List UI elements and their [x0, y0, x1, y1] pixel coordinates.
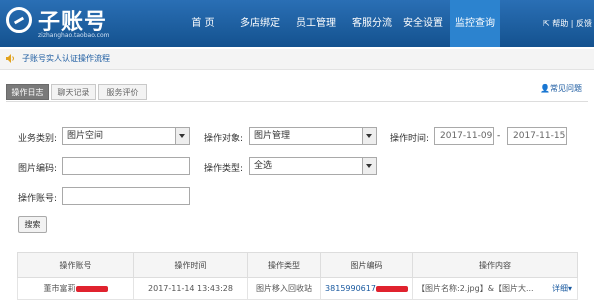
notice-bar: 子账号实人认证操作流程: [0, 49, 594, 70]
op-type-select[interactable]: 全选: [249, 157, 377, 175]
col-content: 操作内容: [412, 252, 578, 278]
content-text: 【图片名称:2.jpg】&【图片大...: [417, 284, 534, 293]
redaction-mark: [75, 285, 108, 292]
chevron-down-icon: [362, 158, 376, 174]
top-bar: 子账号 zizhanghao.taobao.com 首 页 多店绑定 员工管理 …: [0, 0, 594, 47]
help-feedback[interactable]: ⇱ 帮助 | 反馈: [543, 0, 592, 47]
tab-chat-records[interactable]: 聊天记录: [51, 84, 96, 100]
table-header-row: 操作账号 操作时间 操作类型 图片编码 操作内容: [17, 252, 578, 278]
chevron-down-icon: [362, 128, 376, 144]
op-time-label: 操作时间:: [390, 134, 430, 144]
cell-account: 董市富莉: [17, 277, 134, 300]
nav-service-split[interactable]: 客服分流: [344, 0, 400, 47]
cell-type: 图片移入回收站: [247, 277, 321, 300]
external-link-icon: ⇱: [542, 19, 550, 28]
col-code: 图片编码: [320, 252, 413, 278]
notice-link[interactable]: 子账号实人认证操作流程: [22, 53, 110, 64]
search-button[interactable]: 搜索: [18, 216, 47, 233]
date-start-input[interactable]: 2017-11-09: [434, 127, 494, 145]
date-separator: -: [497, 131, 501, 141]
user-help-icon: 👤: [540, 84, 550, 93]
col-account: 操作账号: [17, 252, 134, 278]
table-row: 董市富莉 2017-11-14 13:43:28 图片移入回收站 3815990…: [17, 277, 578, 300]
biz-type-label: 业务类别:: [18, 134, 58, 144]
op-account-input[interactable]: [62, 187, 190, 205]
col-time: 操作时间: [133, 252, 248, 278]
col-type: 操作类型: [247, 252, 321, 278]
account-text: 董市富莉: [43, 284, 76, 293]
code-link[interactable]: 3815990617: [325, 284, 376, 293]
nav-security[interactable]: 安全设置: [398, 0, 448, 47]
faq-label: 常见问题: [550, 84, 582, 93]
logo-icon: [6, 7, 32, 33]
divider: [6, 101, 588, 102]
op-object-value: 图片管理: [254, 131, 291, 141]
speaker-icon: [6, 54, 14, 63]
tab-operation-log[interactable]: 操作日志: [6, 84, 49, 100]
cell-time: 2017-11-14 13:43:28: [133, 277, 248, 300]
op-object-select[interactable]: 图片管理: [249, 127, 377, 145]
op-account-label: 操作账号:: [18, 194, 58, 204]
op-object-label: 操作对象:: [204, 134, 244, 144]
pic-code-label: 图片编码:: [18, 164, 58, 174]
cell-code: 3815990617: [320, 277, 413, 300]
log-table: 操作账号 操作时间 操作类型 图片编码 操作内容 董市富莉 2017-11-14…: [17, 252, 578, 300]
nav-home[interactable]: 首 页: [178, 0, 228, 47]
cell-content: 【图片名称:2.jpg】&【图片大... 详细▾: [412, 277, 578, 300]
redaction-mark: [375, 285, 408, 292]
date-end-input[interactable]: 2017-11-15: [507, 127, 567, 145]
logo-subtitle: zizhanghao.taobao.com: [38, 32, 110, 39]
nav-multi-store[interactable]: 多店绑定: [232, 0, 288, 47]
op-type-label: 操作类型:: [204, 164, 244, 174]
chevron-down-icon: [175, 128, 189, 144]
biz-type-select[interactable]: 图片空间: [62, 127, 190, 145]
detail-link[interactable]: 详细▾: [552, 283, 572, 294]
tab-service-rating[interactable]: 服务评价: [98, 84, 147, 100]
nav-monitor[interactable]: 监控查询: [450, 0, 500, 47]
op-type-value: 全选: [254, 161, 273, 171]
pic-code-input[interactable]: [62, 157, 190, 175]
help-feedback-text: 帮助 | 反馈: [552, 19, 592, 28]
nav-staff[interactable]: 员工管理: [288, 0, 344, 47]
biz-type-value: 图片空间: [67, 131, 104, 141]
faq-link[interactable]: 👤常见问题: [540, 83, 582, 94]
